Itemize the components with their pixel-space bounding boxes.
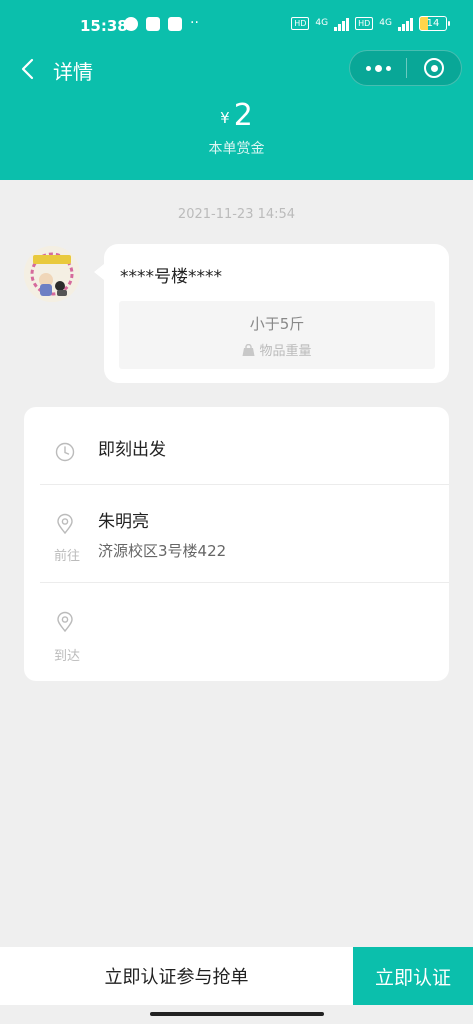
status-bar: 15:38 ·· HD 4G HD 4G 14 — [0, 0, 473, 50]
weight-label: 物品重量 — [259, 344, 312, 359]
network-type: 4G — [379, 18, 392, 28]
avatar-image — [24, 246, 80, 302]
status-time: 15:38 — [80, 17, 128, 35]
currency-symbol: ¥ — [220, 109, 230, 127]
weight-box: 小于5斤 物品重量 — [119, 301, 435, 369]
notification-more-icon: ·· — [190, 15, 199, 31]
more-icon[interactable] — [350, 51, 406, 85]
join-order-label[interactable]: 立即认证参与抢单 — [0, 947, 353, 1005]
location-pin-icon — [57, 513, 73, 535]
home-indicator[interactable] — [150, 1012, 324, 1016]
miniprogram-capsule — [349, 50, 462, 86]
from-address: 济源校区3号楼422 — [98, 542, 227, 560]
depart-time: 即刻出发 — [98, 440, 166, 460]
from-row[interactable]: 前往 朱明亮 济源校区3号楼422 — [40, 485, 449, 583]
battery-icon: 14 — [419, 16, 450, 31]
order-timestamp: 2021-11-23 14:54 — [177, 207, 296, 222]
route-card: 即刻出发 前往 朱明亮 济源校区3号楼422 到达 — [24, 407, 449, 681]
from-tag: 前往 — [53, 549, 80, 564]
reward-label: 本单赏金 — [208, 141, 265, 157]
depart-time-row: 即刻出发 — [40, 407, 449, 485]
reward-amount: ¥2 — [0, 98, 473, 136]
hd-badge: HD — [355, 17, 374, 30]
status-right: HD 4G HD 4G 14 — [291, 16, 450, 31]
reward-value: 2 — [233, 98, 253, 133]
hd-badge: HD — [291, 17, 310, 30]
close-target-icon[interactable] — [407, 58, 461, 78]
to-row[interactable]: 到达 — [40, 583, 449, 681]
signal-icon — [334, 17, 350, 31]
page-title: 详情 — [53, 60, 93, 84]
reward: ¥2 本单赏金 — [0, 98, 473, 158]
bottom-bar: 立即认证参与抢单 立即认证 — [0, 947, 473, 1005]
status-notification-icons: ·· — [124, 15, 206, 31]
avatar[interactable] — [24, 246, 80, 302]
bag-icon — [242, 343, 255, 356]
header: 15:38 ·· HD 4G HD 4G 14 详情 ¥2 本单赏金 — [0, 0, 473, 180]
from-name: 朱明亮 — [98, 512, 149, 532]
notification-app-icon — [124, 17, 138, 31]
order-bubble: ****号楼**** 小于5斤 物品重量 — [94, 244, 449, 383]
weight-label-row: 物品重量 — [119, 340, 435, 359]
notification-shield-icon — [146, 17, 160, 31]
weight-value: 小于5斤 — [249, 315, 305, 333]
network-type: 4G — [315, 18, 329, 28]
signal-icon — [398, 17, 413, 31]
order-title: ****号楼**** — [120, 267, 222, 287]
location-pin-icon — [57, 611, 73, 633]
notification-map-icon — [168, 17, 182, 31]
to-tag: 到达 — [53, 649, 80, 664]
clock-icon — [55, 442, 75, 462]
certify-button[interactable]: 立即认证 — [353, 947, 473, 1005]
back-icon[interactable] — [18, 58, 40, 80]
